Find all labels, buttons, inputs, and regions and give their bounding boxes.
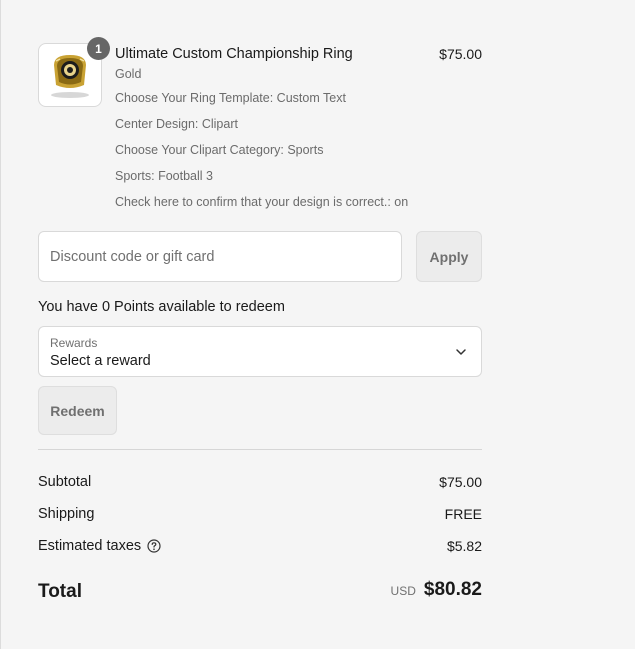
discount-code-input[interactable] [38, 231, 402, 282]
divider [38, 449, 482, 450]
taxes-label-group: Estimated taxes [38, 536, 161, 556]
total-row: Total USD $80.82 [38, 579, 482, 607]
chevron-down-icon [456, 349, 466, 355]
subtotal-row: Subtotal $75.00 [38, 472, 482, 492]
total-label: Total [38, 581, 82, 602]
points-available-text: You have 0 Points available to redeem [38, 299, 285, 315]
product-variant: Gold [115, 67, 142, 81]
subtotal-label: Subtotal [38, 474, 92, 490]
reward-select[interactable]: Rewards Select a reward [38, 326, 482, 377]
product-property: Center Design: Clipart [115, 117, 238, 131]
subtotal-value: $75.00 [439, 474, 482, 490]
product-title: Ultimate Custom Championship Ring [115, 46, 353, 62]
panel-border [0, 0, 1, 649]
shipping-row: Shipping FREE [38, 504, 482, 524]
currency-code: USD [390, 584, 416, 598]
product-info: Ultimate Custom Championship Ring Gold C… [115, 45, 415, 215]
reward-select-value: Select a reward [50, 353, 151, 369]
taxes-value: $5.82 [446, 538, 482, 554]
product-property: Sports: Football 3 [115, 169, 213, 183]
product-property: Choose Your Ring Template: Custom Text [115, 91, 346, 105]
product-property: Check here to confirm that your design i… [115, 195, 409, 209]
shipping-value: FREE [444, 506, 482, 522]
product-properties: Choose Your Ring Template: Custom Text C… [115, 85, 415, 215]
discount-form: Apply [38, 231, 482, 282]
apply-discount-button[interactable]: Apply [416, 231, 482, 282]
product-price: $75.00 [439, 46, 482, 62]
reward-select-label: Rewards [50, 336, 98, 350]
help-circle-icon[interactable] [147, 539, 161, 553]
total-amount-group: USD $80.82 [391, 579, 482, 601]
total-value: $80.82 [423, 579, 482, 600]
product-property: Choose Your Clipart Category: Sports [115, 143, 324, 157]
shipping-label: Shipping [38, 506, 95, 522]
quantity-badge: 1 [87, 37, 110, 60]
product-thumbnail: 1 [38, 37, 110, 107]
redeem-button[interactable]: Redeem [38, 386, 117, 435]
taxes-row: Estimated taxes $5.82 [38, 536, 482, 556]
taxes-label: Estimated taxes [38, 538, 142, 554]
